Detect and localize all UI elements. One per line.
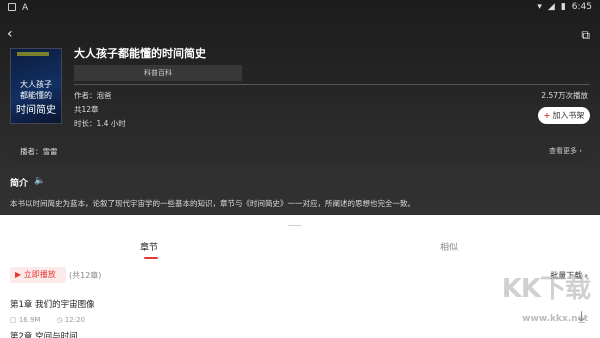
chapter-meta: ▢ 16.9M ◷ 12:20 xyxy=(10,316,85,324)
cover-line3: 时间简史 xyxy=(16,105,56,116)
app-letter: A xyxy=(22,3,29,13)
chapter-title[interactable]: 第1章 我们的宇宙图像 xyxy=(10,298,95,310)
status-bar: A ▾ ◢ ▮ 6:45 xyxy=(0,0,600,16)
sheet-handle[interactable] xyxy=(288,225,302,229)
play-icon: ▶ xyxy=(15,270,22,279)
intro-text: 本书以时间简史为蓝本，论叙了现代宇宙学的一些基本的知识，章节与《时间简史》一一对… xyxy=(10,199,415,208)
chapter-title[interactable]: 第2章 空间与时间 xyxy=(10,330,78,338)
add-to-shelf-button[interactable]: + 加入书架 xyxy=(538,107,590,124)
clock: 6:45 xyxy=(571,2,592,12)
watermark-url: www.kkx.net xyxy=(522,314,588,324)
wifi-icon: ▾ xyxy=(537,2,542,12)
play-count: 2.57万次播放 xyxy=(541,91,588,100)
watermark-text: KK下载 xyxy=(501,274,591,304)
speaker-icon[interactable]: 🔈 xyxy=(34,176,45,186)
play-now-button[interactable]: ▶ 立即播放 xyxy=(10,267,66,283)
book-header: A ▾ ◢ ▮ 6:45 ‹ ⧉ 大人孩子 都能懂的 时间简史 大人孩子都能懂的… xyxy=(0,0,600,230)
tab-indicator xyxy=(144,257,158,259)
divider xyxy=(74,84,590,85)
chapter-count: (共12章) xyxy=(69,271,102,280)
add-shelf-label: 加入书架 xyxy=(552,111,585,120)
book-cover: 大人孩子 都能懂的 时间简史 xyxy=(10,48,62,124)
battery-icon: ▮ xyxy=(560,2,566,12)
signal-icon: ◢ xyxy=(547,2,555,12)
cover-line1: 大人孩子 xyxy=(20,80,52,89)
file-size: ▢ 16.9M xyxy=(10,316,41,324)
narrator-row[interactable]: 播者：雪雷 查看更多 › xyxy=(10,140,590,162)
duration-time: ◷ 12:20 xyxy=(56,316,86,324)
notification-icon xyxy=(8,3,16,11)
see-more-link[interactable]: 查看更多 › xyxy=(549,146,582,156)
book-title: 大人孩子都能懂的时间简史 xyxy=(74,47,206,60)
author: 作者：泡爸 xyxy=(74,91,112,100)
plus-icon: + xyxy=(543,111,551,120)
chapters-total: 共12章 xyxy=(74,105,99,114)
back-icon[interactable]: ‹ xyxy=(7,27,13,41)
category-tag[interactable]: 科普百科 xyxy=(74,65,242,81)
cover-line2: 都能懂的 xyxy=(20,91,52,100)
duration: 时长：1.4 小时 xyxy=(74,119,126,128)
narrator: 播者：雪雷 xyxy=(20,147,58,156)
chevron-right-icon: › xyxy=(579,147,582,155)
share-icon[interactable]: ⧉ xyxy=(581,28,590,42)
tab-chapters[interactable]: 章节 xyxy=(140,240,158,253)
watermark: KK下载 www.kkx.net xyxy=(480,268,591,330)
intro-heading: 简介 xyxy=(10,179,29,189)
tab-similar[interactable]: 相似 xyxy=(440,240,458,253)
